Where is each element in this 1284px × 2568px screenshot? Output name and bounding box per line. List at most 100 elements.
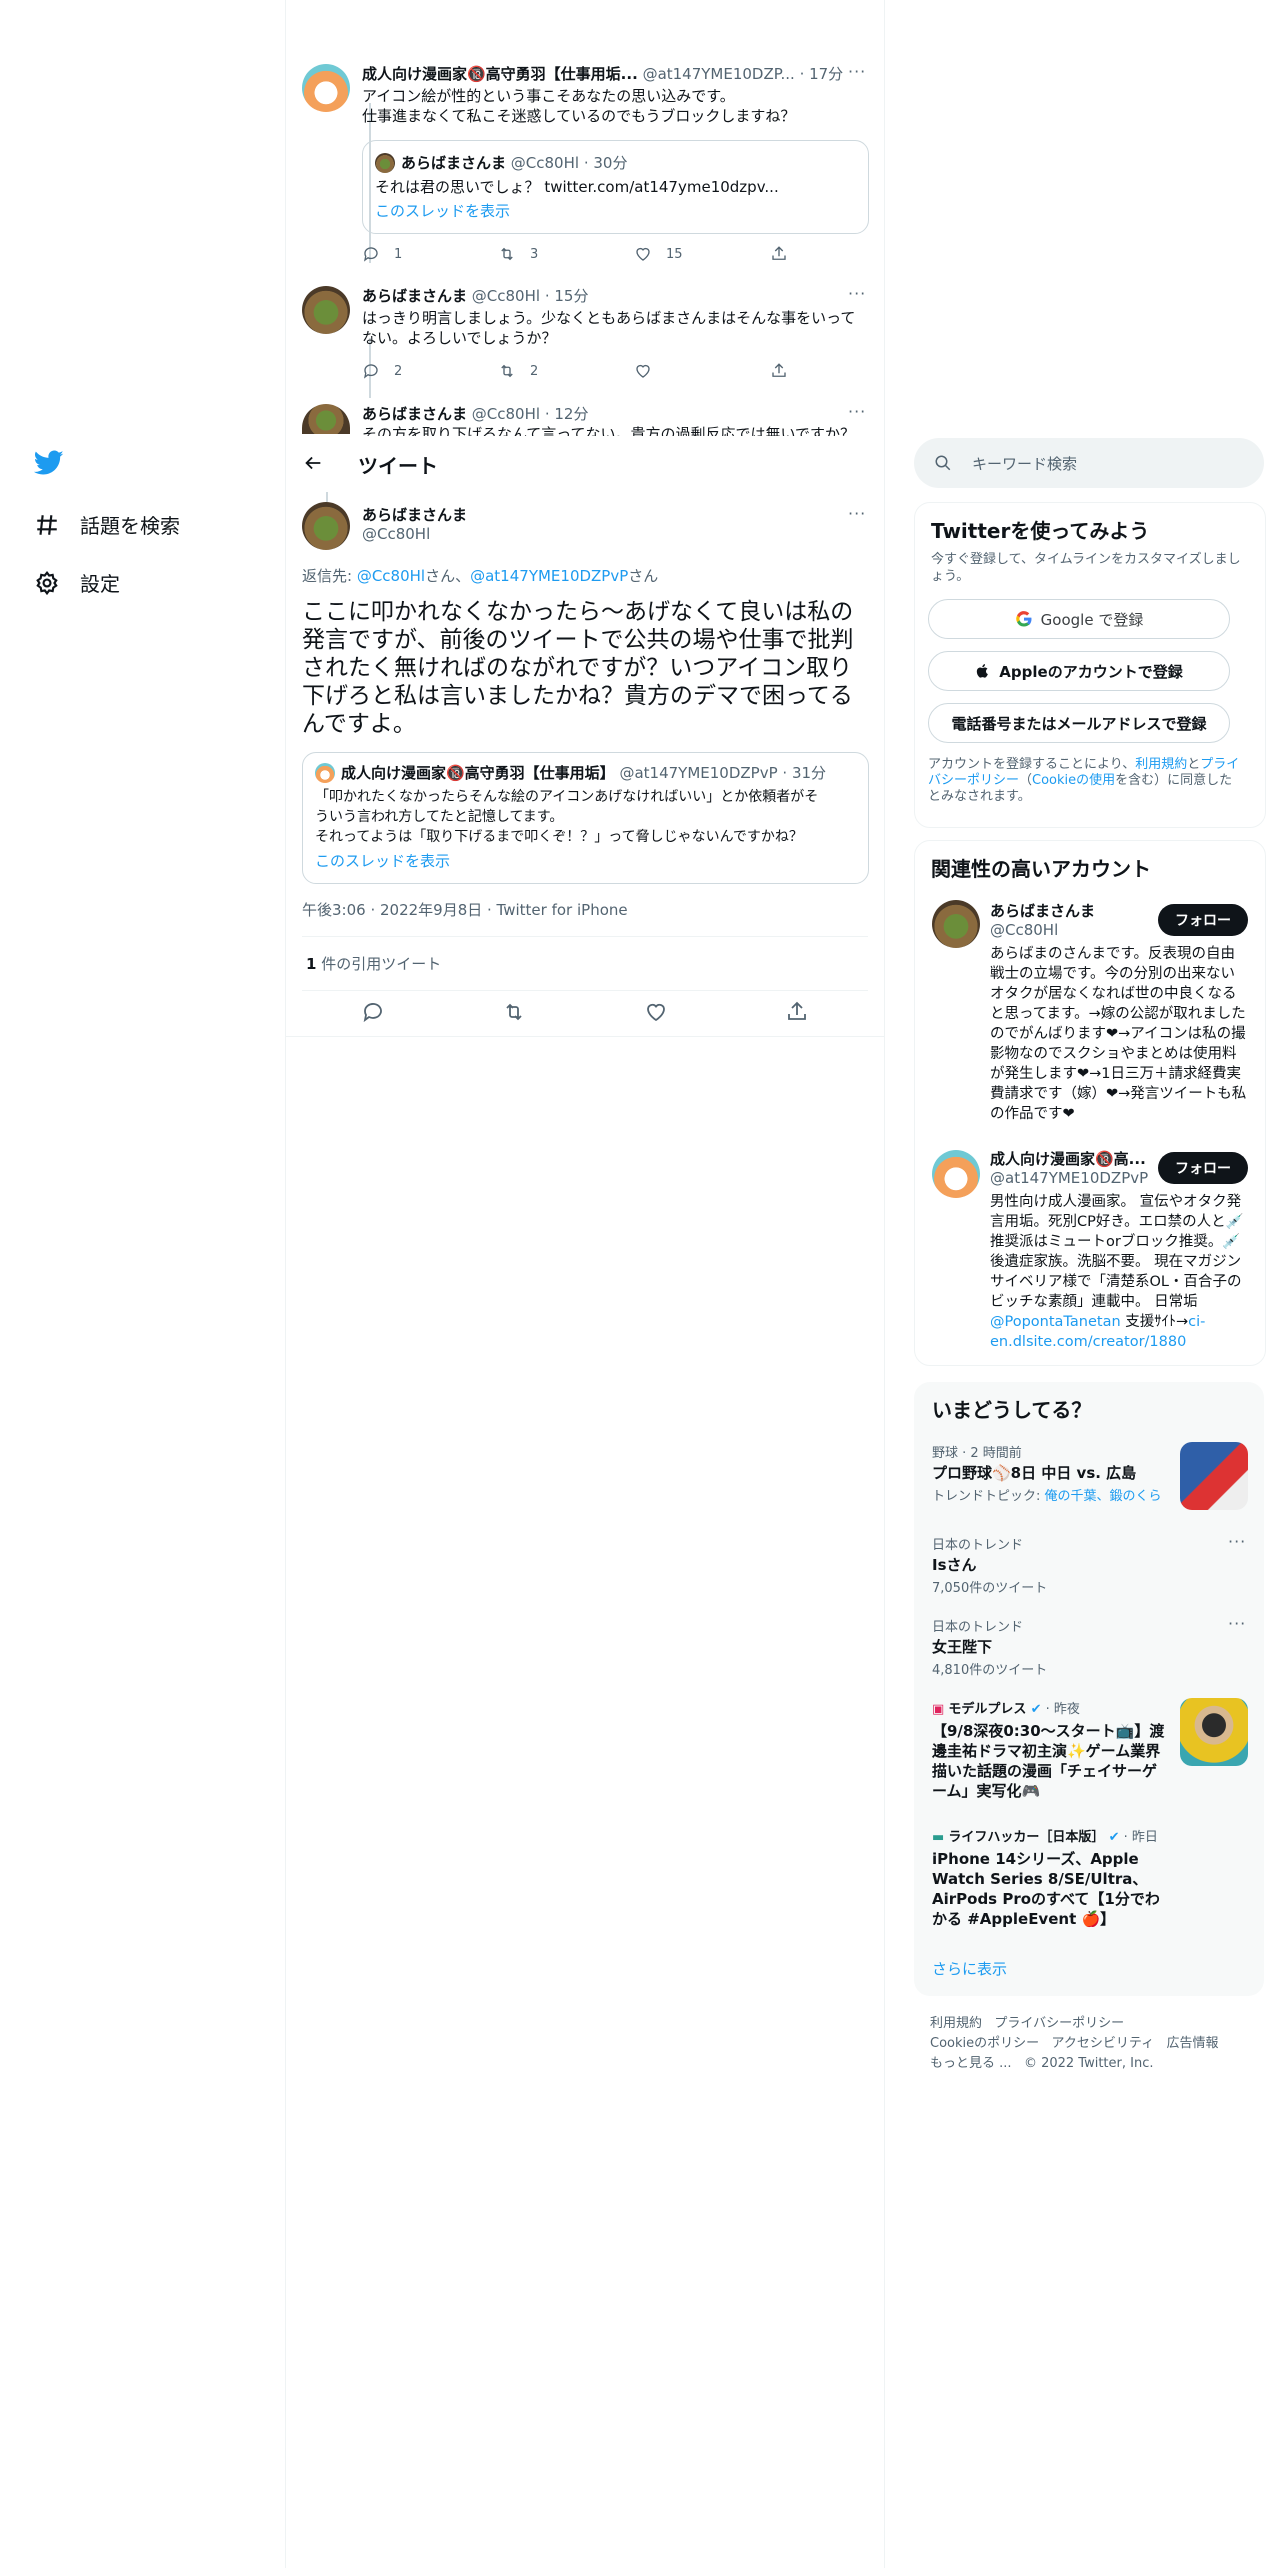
quote-header: 成人向け漫画家🔞高守勇羽【仕事用垢】 @at147YME10DZPvP · 31… [341, 763, 826, 783]
main-tweet-actions [302, 1000, 868, 1024]
footer-link[interactable]: 利用規約 [930, 2016, 982, 2031]
quote-time: · 30分 [583, 154, 628, 172]
account-handle[interactable]: @Cc80Hl [990, 920, 1058, 940]
show-thread-link[interactable]: このスレッドを表示 [375, 201, 510, 221]
google-signup-button[interactable]: Google で登録 [928, 599, 1230, 639]
more-icon[interactable]: ··· [1228, 1532, 1246, 1551]
tweet-line: 仕事進まなくて私こそ迷惑しているのでもうブロックしますね？ [362, 107, 796, 125]
avatar[interactable] [302, 502, 350, 550]
reply-to-line: 返信先: @Cc80Hlさん、@at147YME10DZPvPさん [302, 566, 658, 586]
avatar[interactable] [302, 64, 350, 112]
heart-icon [636, 364, 650, 378]
trend-item[interactable]: 日本のトレンド Isさん 7,050件のツイート [932, 1534, 1252, 1596]
trend-count: 7,050件のツイート [932, 1581, 1048, 1596]
reply-button[interactable]: 2 [362, 362, 498, 380]
like-button[interactable] [634, 362, 770, 380]
tweet-meta[interactable]: 午後3:06 · 2022年9月8日 · Twitter for iPhone [302, 900, 628, 920]
quote-text: 「叩かれたくなかったらそんな絵のアイコンあげなければいい」とか依頼者がそ ういう… [315, 787, 818, 847]
author-name[interactable]: 成人向け漫画家🔞高守勇羽【仕事用垢... [362, 65, 638, 83]
quoted-tweet[interactable]: あらばまさんま @Cc80Hl · 30分 それは君の思いでしょ？ twitte… [362, 140, 869, 234]
news-item[interactable]: ▣ モデルプレス ✔ · 昨夜 【9/8深夜0:30～スタート📺】渡邊圭祐ドラマ… [932, 1698, 1166, 1801]
show-thread-link[interactable]: このスレッドを表示 [315, 851, 450, 871]
account-name[interactable]: 成人向け漫画家🔞高... [990, 1148, 1146, 1169]
more-icon[interactable]: ··· [848, 284, 866, 303]
heart-icon[interactable] [644, 1000, 668, 1024]
news-thumbnail[interactable] [1180, 1698, 1248, 1766]
tweet-time[interactable]: · 12分 [545, 405, 589, 423]
like-button[interactable]: 15 [634, 245, 770, 263]
share-icon[interactable] [785, 1000, 809, 1024]
quote-tweets-count[interactable]: 1 件の引用ツイート [306, 954, 441, 974]
author-handle[interactable]: @Cc80Hl [472, 405, 540, 423]
account-handle[interactable]: @at147YME10DZPvP [990, 1168, 1148, 1188]
avatar[interactable] [932, 900, 980, 948]
trend-item[interactable]: 日本のトレンド 女王陛下 4,810件のツイート [932, 1616, 1252, 1678]
quoted-tweet[interactable]: 成人向け漫画家🔞高守勇羽【仕事用垢】 @at147YME10DZPvP · 31… [302, 752, 869, 884]
terms-text: と [1187, 757, 1201, 772]
apple-signup-button[interactable]: Appleのアカウントで登録 [928, 651, 1230, 691]
more-icon[interactable]: ··· [1228, 1614, 1246, 1633]
nav-explore[interactable]: 話題を検索 [34, 510, 180, 539]
avatar[interactable] [932, 1150, 980, 1198]
reply-button[interactable]: 1 [362, 245, 498, 263]
avatar [375, 153, 395, 173]
trend-count: 4,810件のツイート [932, 1663, 1048, 1678]
share-button[interactable] [770, 245, 906, 263]
tweet-time[interactable]: · 15分 [545, 287, 589, 305]
tweet-time[interactable]: · 17分 [800, 65, 844, 83]
footer-link[interactable]: Cookieのポリシー [930, 2036, 1039, 2051]
related-title: 関連性の高いアカウント [931, 857, 1151, 881]
footer-row: 利用規約 プライバシーポリシー [930, 2012, 1124, 2031]
cookie-link[interactable]: Cookieの使用 [1032, 773, 1115, 788]
author-handle[interactable]: @Cc80Hl [362, 524, 430, 544]
retweet-button[interactable]: 2 [498, 362, 634, 380]
news-item[interactable]: ▬ ライフハッカー［日本版］ ✔ · 昨日 iPhone 14シリーズ、Appl… [932, 1826, 1166, 1929]
retweet-icon[interactable] [502, 1000, 526, 1024]
trend-title: Isさん [932, 1556, 977, 1574]
footer-link[interactable]: 広告情報 [1167, 2036, 1219, 2051]
phone-signup-button[interactable]: 電話番号またはメールアドレスで登録 [928, 703, 1230, 743]
avatar[interactable] [302, 286, 350, 334]
terms-link[interactable]: 利用規約 [1135, 757, 1187, 772]
account-bio: あらばまのさんまです。反表現の自由戦士の立場です。今の分別の出来ないオタクが居な… [990, 946, 1247, 1122]
author-handle[interactable]: @Cc80Hl [472, 287, 540, 305]
bio-mention-link[interactable]: @PopontaTanetan [990, 1314, 1121, 1330]
nav-settings[interactable]: 設定 [34, 568, 120, 597]
follow-button[interactable]: フォロー [1158, 1152, 1248, 1184]
author-name[interactable]: あらばまさんま [362, 287, 467, 305]
left-divider [285, 0, 286, 2568]
reply-to-link[interactable]: @Cc80Hl [357, 567, 425, 585]
more-icon[interactable]: ··· [848, 62, 866, 81]
search-box[interactable]: キーワード検索 [914, 438, 1264, 488]
reply-count: 1 [394, 246, 403, 262]
footer-link[interactable]: アクセシビリティ [1052, 2036, 1155, 2051]
footer-more-link[interactable]: もっと見る ... [930, 2056, 1012, 2071]
bio-text: 男性向け成人漫画家。 宣伝やオタク発言用垢。死別CP好き。エロ禁の人と💉推奨派は… [990, 1194, 1244, 1310]
author-name[interactable]: あらばまさんま [362, 504, 467, 525]
show-more-link[interactable]: さらに表示 [932, 1958, 1007, 1979]
back-arrow-icon[interactable] [302, 452, 324, 478]
more-icon[interactable]: ··· [848, 504, 866, 523]
reply-mid: さん、 [425, 567, 471, 585]
quote-author-handle: @Cc80Hl [510, 154, 580, 172]
account-bio: 男性向け成人漫画家。 宣伝やオタク発言用垢。死別CP好き。エロ禁の人と💉推奨派は… [990, 1192, 1248, 1352]
account-name[interactable]: あらばまさんま [990, 900, 1095, 921]
footer-link[interactable]: プライバシーポリシー [994, 2016, 1124, 2031]
twitter-logo-icon[interactable] [33, 450, 64, 480]
retweet-button[interactable]: 3 [498, 245, 634, 263]
reply-icon[interactable] [361, 1000, 385, 1024]
quote-text: それは君の思いでしょ？ twitter.com/at147yme10dzpv..… [375, 178, 779, 196]
reply-to-link[interactable]: @at147YME10DZPvP [470, 567, 628, 585]
author-name[interactable]: あらばまさんま [362, 405, 467, 423]
google-icon [1015, 611, 1032, 627]
author-handle[interactable]: @at147YME10DZP... [643, 65, 795, 83]
tweet-header: 成人向け漫画家🔞高守勇羽【仕事用垢... @at147YME10DZP... ·… [362, 64, 843, 84]
trends-title: いまどうしてる？ [932, 1398, 1092, 1422]
avatar[interactable] [302, 404, 350, 434]
trend-thumbnail[interactable] [1180, 1442, 1248, 1510]
share-button[interactable] [770, 362, 906, 380]
search-input[interactable]: キーワード検索 [972, 453, 1077, 474]
trend-topic-link[interactable]: 俺の千葉、鍛のくら [1045, 1489, 1162, 1504]
more-icon[interactable]: ··· [848, 402, 866, 421]
follow-button[interactable]: フォロー [1158, 904, 1248, 936]
